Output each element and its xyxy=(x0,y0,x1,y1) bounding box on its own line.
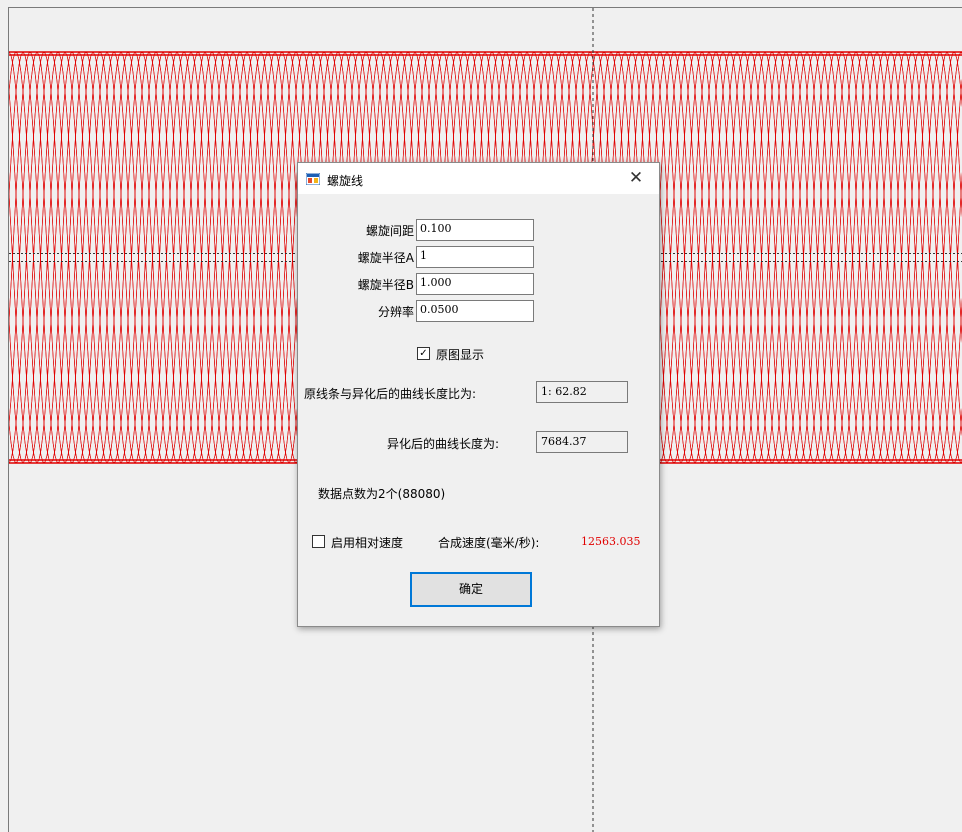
resolution-input[interactable]: 0.0500 xyxy=(416,300,534,322)
ok-button[interactable]: 确定 xyxy=(410,572,532,607)
app-window-icon xyxy=(306,173,320,185)
dialog-title: 螺旋线 xyxy=(327,174,364,188)
speed-value: 12563.035 xyxy=(581,535,641,548)
close-icon: ✕ xyxy=(628,168,644,188)
spiral-dialog: 螺旋线 ✕ 螺旋间距 0.100 螺旋半径A 1 螺旋半径B 1.000 分辨率… xyxy=(297,162,660,627)
show-original-label: 原图显示 xyxy=(436,348,485,362)
resolution-label: 分辨率 xyxy=(377,305,414,319)
spacing-input[interactable]: 0.100 xyxy=(416,219,534,241)
ratio-value: 1: 62.82 xyxy=(536,381,628,403)
ratio-label: 原线条与异化后的曲线长度比为: xyxy=(304,387,477,401)
length-label: 异化后的曲线长度为: xyxy=(387,437,500,451)
check-icon: ✓ xyxy=(419,348,428,359)
close-button[interactable]: ✕ xyxy=(613,163,659,194)
length-value: 7684.37 xyxy=(536,431,628,453)
radius-b-label: 螺旋半径B xyxy=(357,278,414,292)
radius-a-label: 螺旋半径A xyxy=(357,251,414,265)
radius-a-input[interactable]: 1 xyxy=(416,246,534,268)
points-count-text: 数据点数为2个(88080) xyxy=(318,487,446,501)
relative-speed-label: 启用相对速度 xyxy=(331,536,404,550)
dialog-titlebar: 螺旋线 ✕ xyxy=(298,163,659,194)
show-original-checkbox[interactable]: ✓ xyxy=(417,347,430,360)
spacing-label: 螺旋间距 xyxy=(365,224,414,238)
speed-label: 合成速度(毫米/秒): xyxy=(438,536,540,550)
relative-speed-checkbox[interactable] xyxy=(312,535,325,548)
radius-b-input[interactable]: 1.000 xyxy=(416,273,534,295)
